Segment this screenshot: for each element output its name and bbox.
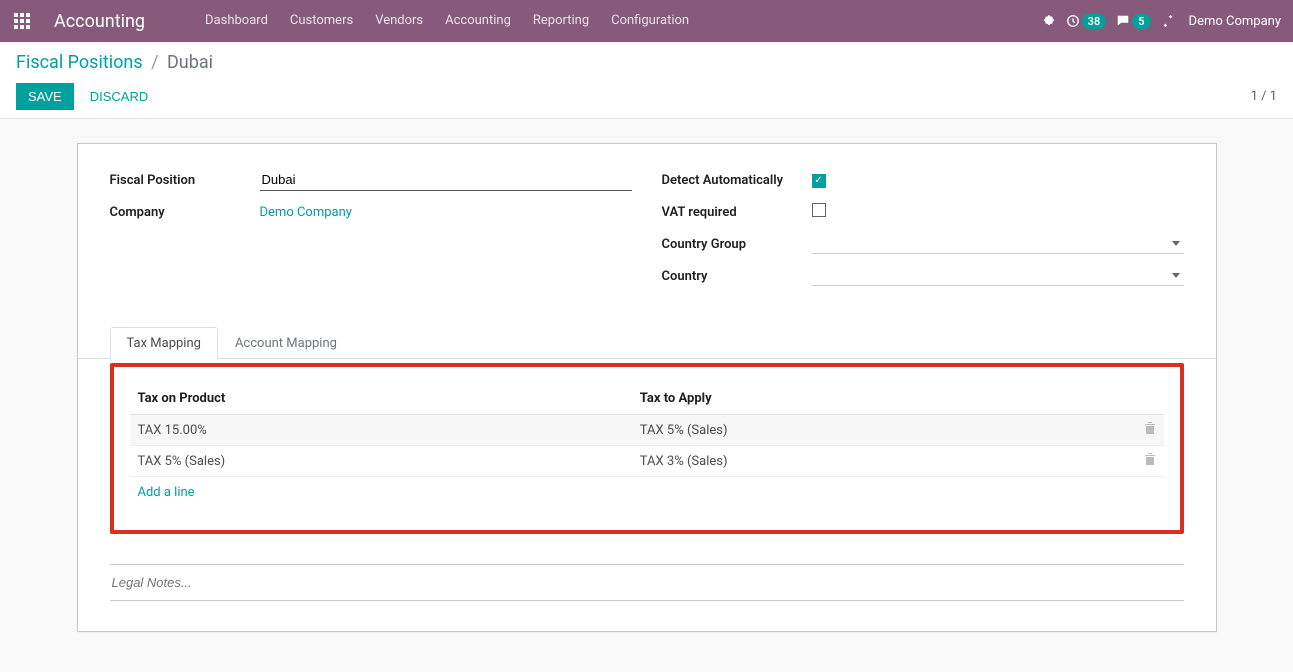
cell-tax-apply[interactable]: TAX 3% (Sales)	[632, 446, 1134, 477]
trash-icon[interactable]	[1144, 455, 1156, 470]
add-line-link[interactable]: Add a line	[130, 477, 203, 500]
breadcrumb-separator: /	[151, 52, 158, 73]
menu-vendors[interactable]: Vendors	[365, 8, 433, 34]
control-panel: Fiscal Positions / Dubai SAVE DISCARD 1 …	[0, 42, 1293, 119]
tab-account-mapping[interactable]: Account Mapping	[218, 327, 354, 359]
country-group-label: Country Group	[662, 237, 812, 252]
vat-required-checkbox[interactable]	[812, 203, 826, 217]
messages-badge: 5	[1132, 14, 1150, 29]
country-label: Country	[662, 269, 812, 284]
menu-reporting[interactable]: Reporting	[523, 8, 599, 34]
discard-button[interactable]: DISCARD	[78, 83, 161, 110]
table-row[interactable]: TAX 15.00% TAX 5% (Sales)	[130, 415, 1164, 446]
fiscal-position-label: Fiscal Position	[110, 173, 260, 188]
menu-dashboard[interactable]: Dashboard	[195, 8, 278, 34]
bug-icon[interactable]	[1042, 14, 1056, 28]
country-group-select[interactable]	[812, 234, 1184, 254]
form-top: Fiscal Position Company Demo Company Det…	[78, 168, 1216, 296]
breadcrumb-parent[interactable]: Fiscal Positions	[16, 52, 143, 73]
col-tax-on-product: Tax on Product	[130, 383, 632, 415]
menu-configuration[interactable]: Configuration	[601, 8, 699, 34]
cell-tax-product[interactable]: TAX 15.00%	[130, 415, 632, 446]
app-title[interactable]: Accounting	[54, 11, 145, 32]
activities-icon[interactable]: 38	[1066, 14, 1107, 29]
fiscal-position-input[interactable]	[260, 169, 632, 191]
cell-tax-product[interactable]: TAX 5% (Sales)	[130, 446, 632, 477]
company-label: Company	[110, 205, 260, 220]
company-link[interactable]: Demo Company	[260, 205, 352, 220]
breadcrumb-current: Dubai	[167, 52, 213, 73]
cell-tax-apply[interactable]: TAX 5% (Sales)	[632, 415, 1134, 446]
form-sheet: Fiscal Position Company Demo Company Det…	[77, 143, 1217, 632]
breadcrumb: Fiscal Positions / Dubai	[16, 52, 1277, 73]
company-selector[interactable]: Demo Company	[1185, 14, 1285, 29]
main-menu: Dashboard Customers Vendors Accounting R…	[195, 8, 699, 34]
save-button[interactable]: SAVE	[16, 83, 74, 110]
debug-tools-icon[interactable]	[1161, 14, 1175, 28]
detect-auto-label: Detect Automatically	[662, 173, 812, 188]
topbar: Accounting Dashboard Customers Vendors A…	[0, 0, 1293, 42]
country-select[interactable]	[812, 266, 1184, 286]
menu-customers[interactable]: Customers	[280, 8, 363, 34]
tax-mapping-table: Tax on Product Tax to Apply TAX 15.00% T…	[130, 383, 1164, 477]
vat-required-label: VAT required	[662, 205, 812, 220]
tab-tax-mapping[interactable]: Tax Mapping	[110, 327, 218, 359]
main: Fiscal Position Company Demo Company Det…	[0, 119, 1293, 672]
legal-notes-input[interactable]	[110, 564, 1184, 601]
table-row[interactable]: TAX 5% (Sales) TAX 3% (Sales)	[130, 446, 1164, 477]
trash-icon[interactable]	[1144, 424, 1156, 439]
legal-notes-wrap	[78, 564, 1216, 601]
topbar-right: 38 5 Demo Company	[1042, 14, 1285, 29]
tabs: Tax Mapping Account Mapping	[78, 326, 1216, 359]
messages-icon[interactable]: 5	[1116, 14, 1150, 29]
pager[interactable]: 1 / 1	[1251, 89, 1277, 104]
form-right-column: Detect Automatically VAT required Countr…	[662, 168, 1184, 296]
col-delete	[1134, 383, 1164, 415]
form-left-column: Fiscal Position Company Demo Company	[110, 168, 632, 296]
detect-auto-checkbox[interactable]	[812, 174, 826, 188]
apps-icon[interactable]	[8, 7, 36, 35]
col-tax-to-apply: Tax to Apply	[632, 383, 1134, 415]
tax-mapping-panel: Tax on Product Tax to Apply TAX 15.00% T…	[110, 363, 1184, 534]
activities-badge: 38	[1082, 14, 1107, 29]
menu-accounting[interactable]: Accounting	[435, 8, 521, 34]
